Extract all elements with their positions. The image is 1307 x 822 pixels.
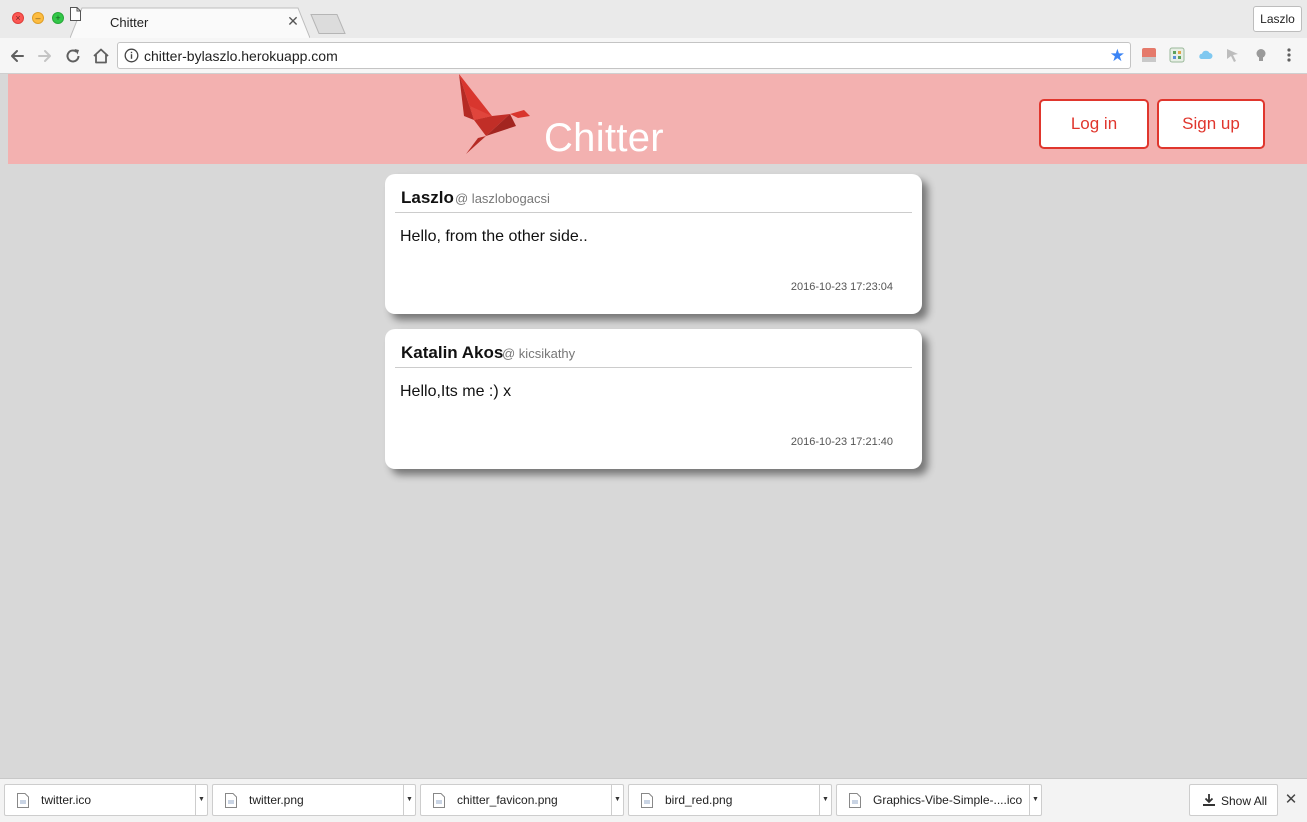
page-icon bbox=[70, 7, 81, 21]
download-filename: chitter_favicon.png bbox=[457, 793, 558, 807]
info-icon[interactable] bbox=[124, 48, 139, 63]
extension-cloud-icon[interactable] bbox=[1197, 47, 1213, 63]
download-menu-chevron-icon[interactable]: ▼ bbox=[819, 785, 831, 815]
download-menu-chevron-icon[interactable]: ▼ bbox=[195, 785, 207, 815]
download-item[interactable]: Graphics-Vibe-Simple-....ico ▼ bbox=[836, 784, 1042, 816]
extension-cursor-icon[interactable] bbox=[1225, 47, 1241, 63]
maximize-icon: + bbox=[55, 13, 61, 23]
login-button[interactable]: Log in bbox=[1039, 99, 1149, 149]
tab-title: Chitter bbox=[110, 15, 149, 30]
download-menu-chevron-icon[interactable]: ▼ bbox=[611, 785, 623, 815]
address-bar[interactable]: chitter-bylaszlo.herokuapp.com ★ bbox=[117, 42, 1131, 69]
address-bar-url[interactable]: chitter-bylaszlo.herokuapp.com bbox=[144, 48, 338, 64]
download-item[interactable]: chitter_favicon.png ▼ bbox=[420, 784, 624, 816]
show-all-label: Show All bbox=[1221, 794, 1268, 808]
peep-author-name: Laszlo bbox=[401, 188, 454, 207]
peep-timestamp: 2016-10-23 17:21:40 bbox=[790, 436, 893, 448]
tab-close-icon[interactable]: ✕ bbox=[286, 13, 300, 30]
extension-lightbulb-icon[interactable] bbox=[1253, 47, 1269, 63]
download-item[interactable]: bird_red.png ▼ bbox=[628, 784, 832, 816]
chitter-bird-logo[interactable] bbox=[456, 74, 534, 156]
browser-tab-strip: × – + Chitter ✕ Laszlo bbox=[0, 0, 1307, 39]
reload-icon[interactable] bbox=[62, 45, 84, 67]
download-filename: twitter.png bbox=[249, 793, 304, 807]
download-filename: twitter.ico bbox=[41, 793, 92, 807]
browser-toolbar: chitter-bylaszlo.herokuapp.com ★ bbox=[0, 38, 1307, 74]
peep-message: Hello, from the other side.. bbox=[400, 228, 588, 245]
file-icon bbox=[641, 793, 653, 808]
download-menu-chevron-icon[interactable]: ▼ bbox=[1029, 785, 1041, 815]
back-arrow-icon[interactable] bbox=[6, 45, 28, 67]
star-icon[interactable]: ★ bbox=[1110, 46, 1125, 65]
site-header: Chitter Log in Sign up bbox=[8, 74, 1307, 164]
file-icon bbox=[433, 793, 445, 808]
close-shelf-icon[interactable]: ✕ bbox=[1284, 790, 1298, 808]
new-tab-button[interactable] bbox=[310, 14, 346, 34]
download-filename: Graphics-Vibe-Simple-....ico bbox=[873, 793, 1023, 807]
close-icon: × bbox=[15, 13, 21, 23]
browser-tab-chitter[interactable]: Chitter ✕ bbox=[70, 7, 310, 39]
peep-header: Katalin Akos @ kicsikathy bbox=[395, 329, 912, 368]
profile-button[interactable]: Laszlo bbox=[1253, 6, 1302, 32]
file-icon bbox=[849, 793, 861, 808]
home-icon[interactable] bbox=[90, 45, 112, 67]
window-minimize-button[interactable]: – bbox=[32, 12, 44, 24]
tab-shape bbox=[70, 7, 310, 39]
signup-button[interactable]: Sign up bbox=[1157, 99, 1265, 149]
forward-arrow-icon[interactable] bbox=[34, 45, 56, 67]
peep-card: Katalin Akos @ kicsikathy Hello,Its me :… bbox=[385, 329, 922, 469]
extension-grid-icon[interactable] bbox=[1169, 47, 1185, 63]
peep-author-handle: @ kicsikathy bbox=[502, 346, 576, 361]
download-shelf: twitter.ico ▼ twitter.png ▼ chitter_favi… bbox=[0, 778, 1307, 822]
peep-header: Laszlo @ laszlobogacsi bbox=[395, 174, 912, 213]
peep-timestamp: 2016-10-23 17:23:04 bbox=[790, 281, 893, 293]
download-item[interactable]: twitter.ico ▼ bbox=[4, 784, 208, 816]
peep-card: Laszlo @ laszlobogacsi Hello, from the o… bbox=[385, 174, 922, 314]
window-maximize-button[interactable]: + bbox=[52, 12, 64, 24]
download-filename: bird_red.png bbox=[665, 793, 733, 807]
show-all-downloads-button[interactable]: Show All bbox=[1189, 784, 1278, 816]
window-close-button[interactable]: × bbox=[12, 12, 24, 24]
minimize-icon: – bbox=[35, 13, 41, 23]
browser-menu-icon[interactable] bbox=[1281, 47, 1297, 63]
extension-red-square-icon[interactable] bbox=[1141, 47, 1157, 63]
file-icon bbox=[17, 793, 29, 808]
peep-author-name: Katalin Akos bbox=[401, 343, 504, 362]
file-icon bbox=[225, 793, 237, 808]
download-icon bbox=[1203, 794, 1215, 806]
peep-message: Hello,Its me :) x bbox=[400, 383, 512, 400]
download-item[interactable]: twitter.png ▼ bbox=[212, 784, 416, 816]
peep-author-handle: @ laszlobogacsi bbox=[455, 191, 550, 206]
brand-title[interactable]: Chitter bbox=[544, 116, 664, 161]
download-menu-chevron-icon[interactable]: ▼ bbox=[403, 785, 415, 815]
